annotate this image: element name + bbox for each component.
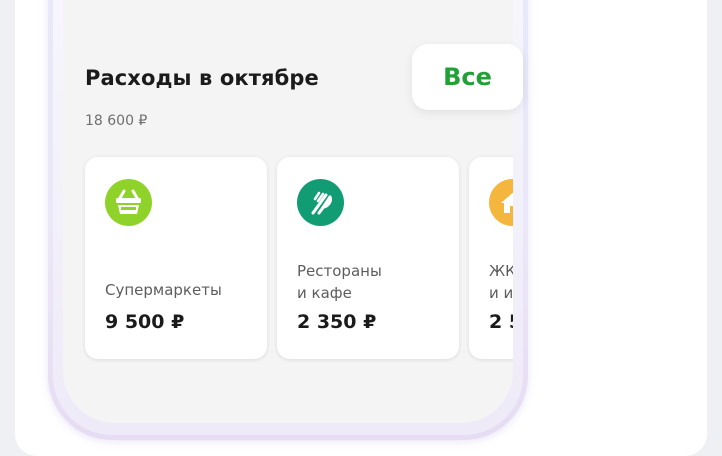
category-name: Рестораны и кафе <box>297 262 382 302</box>
fork-knife-icon <box>297 179 344 226</box>
expenses-total: 18 600 ₽ <box>85 113 148 129</box>
basket-icon <box>105 179 152 226</box>
category-card-supermarkets[interactable]: Супермаркеты 9 500 ₽ <box>85 157 267 359</box>
category-card-restaurants[interactable]: Рестораны и кафе 2 350 ₽ <box>277 157 459 359</box>
page-title: Расходы в октябре <box>85 66 319 90</box>
all-button[interactable]: Все <box>412 44 523 110</box>
category-amount: 9 500 ₽ <box>105 311 185 333</box>
category-name: ЖКХ и ин <box>489 262 513 302</box>
categories-carousel[interactable]: Супермаркеты 9 500 ₽ Рестораны и кафе 2 … <box>85 157 513 367</box>
category-card-utilities[interactable]: ЖКХ и ин 2 5 <box>469 157 513 359</box>
category-name: Супермаркеты <box>105 281 222 299</box>
category-amount: 2 350 ₽ <box>297 311 377 333</box>
category-amount: 2 5 <box>489 311 513 333</box>
house-icon <box>489 179 513 226</box>
